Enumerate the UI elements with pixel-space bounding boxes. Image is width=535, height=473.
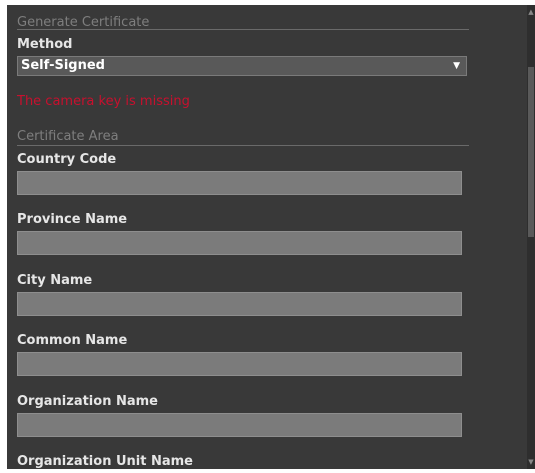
province-name-input[interactable] xyxy=(17,231,462,255)
scroll-up-icon[interactable]: ▲ xyxy=(528,8,534,16)
vertical-scrollbar[interactable]: ▲ ▼ xyxy=(527,5,535,469)
method-select[interactable]: Self-Signed ▼ xyxy=(17,56,467,76)
common-name-input[interactable] xyxy=(17,352,462,376)
scrollbar-thumb[interactable] xyxy=(528,67,534,237)
section-title-certificate-area: Certificate Area xyxy=(17,129,119,144)
section-divider xyxy=(17,29,469,30)
city-name-label: City Name xyxy=(17,273,93,288)
city-name-input[interactable] xyxy=(17,292,462,316)
country-code-input[interactable] xyxy=(17,171,462,195)
section-title-generate-certificate: Generate Certificate xyxy=(17,15,150,30)
method-label: Method xyxy=(17,37,73,52)
method-selected-value: Self-Signed xyxy=(21,58,105,73)
organization-unit-name-label: Organization Unit Name xyxy=(17,454,193,469)
section-divider xyxy=(17,145,469,146)
chevron-down-icon: ▼ xyxy=(453,61,460,71)
error-message: The camera key is missing xyxy=(17,94,190,109)
scroll-down-icon[interactable]: ▼ xyxy=(528,458,534,466)
certificate-panel: Generate Certificate Method Self-Signed … xyxy=(7,5,527,469)
province-name-label: Province Name xyxy=(17,212,128,227)
common-name-label: Common Name xyxy=(17,333,128,348)
organization-name-input[interactable] xyxy=(17,413,462,437)
organization-name-label: Organization Name xyxy=(17,394,158,409)
country-code-label: Country Code xyxy=(17,152,117,167)
